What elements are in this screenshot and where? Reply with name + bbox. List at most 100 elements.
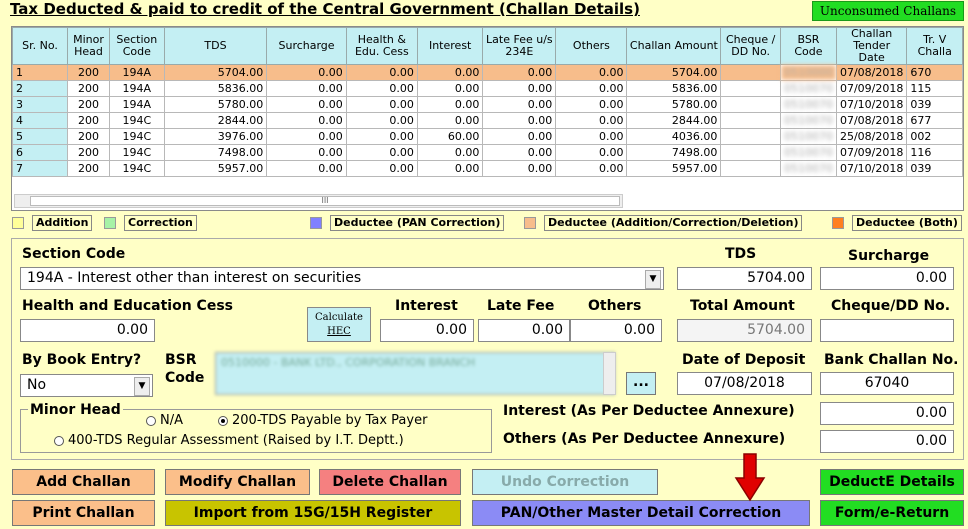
book-entry-select[interactable]: No ▼ — [20, 374, 153, 397]
late-fee-field[interactable]: 0.00 — [478, 319, 570, 342]
form-e-return-button[interactable]: Form/e-Return — [820, 500, 964, 526]
tds-label: TDS — [725, 246, 757, 262]
cell-tds: 7498.00 — [163, 144, 268, 161]
cell-bsr: 0510070 — [779, 96, 837, 113]
legend-addition-swatch — [12, 217, 24, 229]
column-header[interactable]: Health & Edu. Cess — [345, 27, 418, 65]
column-header[interactable]: Challan Amount — [626, 27, 722, 65]
challan-grid[interactable]: Sr. No. Minor Head Section Code TDS Surcharg… — [11, 26, 964, 211]
section-code-select[interactable]: 194A - Interest other than interest on s… — [20, 267, 664, 290]
cell-sr: 1 — [12, 64, 69, 81]
deductee-details-button[interactable]: DeductE Details — [820, 469, 964, 495]
interest-annexure-field[interactable]: 0.00 — [820, 402, 954, 425]
date-deposit-field[interactable]: 07/08/2018 — [677, 372, 812, 395]
chevron-down-icon[interactable]: ▼ — [645, 270, 661, 289]
cell-tds: 3976.00 — [163, 128, 268, 145]
cell-surcharge: 0.00 — [266, 160, 347, 177]
cell-amount: 4036.00 — [626, 128, 722, 145]
radio-400[interactable]: 400-TDS Regular Assessment (Raised by I.… — [54, 433, 404, 448]
radio-200[interactable]: 200-TDS Payable by Tax Payer — [218, 413, 427, 428]
cheque-dd-field[interactable] — [820, 319, 954, 342]
cell-sr: 2 — [12, 80, 69, 97]
total-amount-label: Total Amount — [690, 298, 795, 314]
late-fee-label: Late Fee — [487, 298, 555, 314]
bank-challan-field[interactable]: 67040 — [820, 372, 954, 395]
cell-minor: 200 — [67, 144, 110, 161]
bank-challan-label: Bank Challan No. — [824, 352, 959, 368]
column-header[interactable]: Section Code — [108, 27, 165, 65]
column-header[interactable]: Sr. No. — [12, 27, 69, 65]
table-row[interactable]: 1 200 194A 5704.00 0.00 0.00 0.00 0.00 0.00 5704.… — [12, 64, 963, 81]
table-row[interactable]: 4 200 194C 2844.00 0.00 0.00 0.00 0.00 0.00 2844.… — [12, 112, 963, 129]
cell-amount: 2844.00 — [626, 112, 722, 129]
cell-others: 0.00 — [555, 144, 628, 161]
unconsumed-challans-button[interactable]: Unconsumed Challans — [812, 1, 964, 21]
cell-late: 0.00 — [482, 160, 557, 177]
import-15g-button[interactable]: Import from 15G/15H Register — [165, 500, 461, 526]
column-header[interactable]: Cheque / DD No. — [720, 27, 781, 65]
cell-amount: 5957.00 — [626, 160, 722, 177]
column-header[interactable]: Challan Tender Date — [835, 27, 908, 65]
cell-tds: 5957.00 — [163, 160, 268, 177]
cell-surcharge: 0.00 — [266, 144, 347, 161]
table-row[interactable]: 7 200 194C 5957.00 0.00 0.00 0.00 0.00 0.00 5957.… — [12, 160, 963, 177]
table-row[interactable]: 5 200 194C 3976.00 0.00 0.00 60.00 0.00 0.00 4036… — [12, 128, 963, 145]
cell-tds: 5704.00 — [163, 64, 268, 81]
radio-na[interactable]: N/A — [146, 413, 183, 428]
cell-date: 07/10/2018 — [835, 160, 908, 177]
cell-trv: 670 — [906, 64, 963, 81]
cell-amount: 5780.00 — [626, 96, 722, 113]
cell-bsr: 0510070 — [779, 112, 837, 129]
cell-minor: 200 — [67, 160, 110, 177]
column-header[interactable]: Interest — [416, 27, 484, 65]
chevron-down-icon[interactable]: ▼ — [134, 377, 150, 396]
minor-head-label: Minor Head — [28, 402, 123, 418]
surcharge-field[interactable]: 0.00 — [820, 267, 954, 290]
cell-section: 194C — [108, 160, 165, 177]
cheque-dd-label: Cheque/DD No. — [831, 298, 951, 314]
delete-challan-button[interactable]: Delete Challan — [319, 469, 461, 495]
total-amount-field: 5704.00 — [677, 319, 812, 342]
table-row[interactable]: 3 200 194A 5780.00 0.00 0.00 0.00 0.00 0.00 5780.… — [12, 96, 963, 113]
column-header[interactable]: Surcharge — [266, 27, 347, 65]
modify-challan-button[interactable]: Modify Challan — [165, 469, 310, 495]
cell-trv: 115 — [906, 80, 963, 97]
pan-master-correction-button[interactable]: PAN/Other Master Detail Correction — [472, 500, 810, 526]
scrollbar-thumb[interactable]: III — [30, 196, 620, 206]
others-label: Others — [588, 298, 642, 314]
cess-field[interactable]: 0.00 — [20, 319, 155, 342]
column-header[interactable]: Minor Head — [67, 27, 110, 65]
surcharge-label: Surcharge — [848, 248, 930, 264]
tds-field[interactable]: 5704.00 — [677, 267, 812, 290]
cell-interest: 0.00 — [416, 160, 484, 177]
browse-bsr-button[interactable]: ... — [626, 372, 656, 395]
cell-amount: 7498.00 — [626, 144, 722, 161]
calculate-hec-button[interactable]: Calculate HEC — [307, 307, 371, 342]
column-header[interactable]: Late Fee u/s 234E — [482, 27, 557, 65]
cell-late: 0.00 — [482, 80, 557, 97]
cell-others: 0.00 — [555, 160, 628, 177]
date-deposit-label: Date of Deposit — [682, 352, 806, 368]
cell-minor: 200 — [67, 128, 110, 145]
section-code-value: 194A - Interest other than interest on s… — [27, 270, 362, 286]
print-challan-button[interactable]: Print Challan — [12, 500, 155, 526]
column-header[interactable]: BSR Code — [779, 27, 837, 65]
cell-surcharge: 0.00 — [266, 80, 347, 97]
column-header[interactable]: Tr. V Challa — [906, 27, 963, 65]
column-header[interactable]: TDS — [163, 27, 268, 65]
table-row[interactable]: 6 200 194C 7498.00 0.00 0.00 0.00 0.00 0.00 7498.… — [12, 144, 963, 161]
table-row[interactable]: 2 200 194A 5836.00 0.00 0.00 0.00 0.00 0.00 5836.… — [12, 80, 963, 97]
cell-tds: 5780.00 — [163, 96, 268, 113]
cell-minor: 200 — [67, 64, 110, 81]
add-challan-button[interactable]: Add Challan — [12, 469, 155, 495]
legend-acd-swatch — [524, 217, 536, 229]
others-field[interactable]: 0.00 — [570, 319, 662, 342]
bsr-code-field[interactable]: 0510000 - BANK LTD., CORPORATION BRANCH — [215, 352, 615, 395]
others-annexure-field[interactable]: 0.00 — [820, 430, 954, 453]
undo-correction-button[interactable]: Undo Correction — [472, 469, 658, 495]
interest-field[interactable]: 0.00 — [380, 319, 474, 342]
bsr-scrollbar[interactable] — [603, 352, 616, 395]
cell-date: 25/08/2018 — [835, 128, 908, 145]
cell-section: 194C — [108, 144, 165, 161]
column-header[interactable]: Others — [555, 27, 628, 65]
